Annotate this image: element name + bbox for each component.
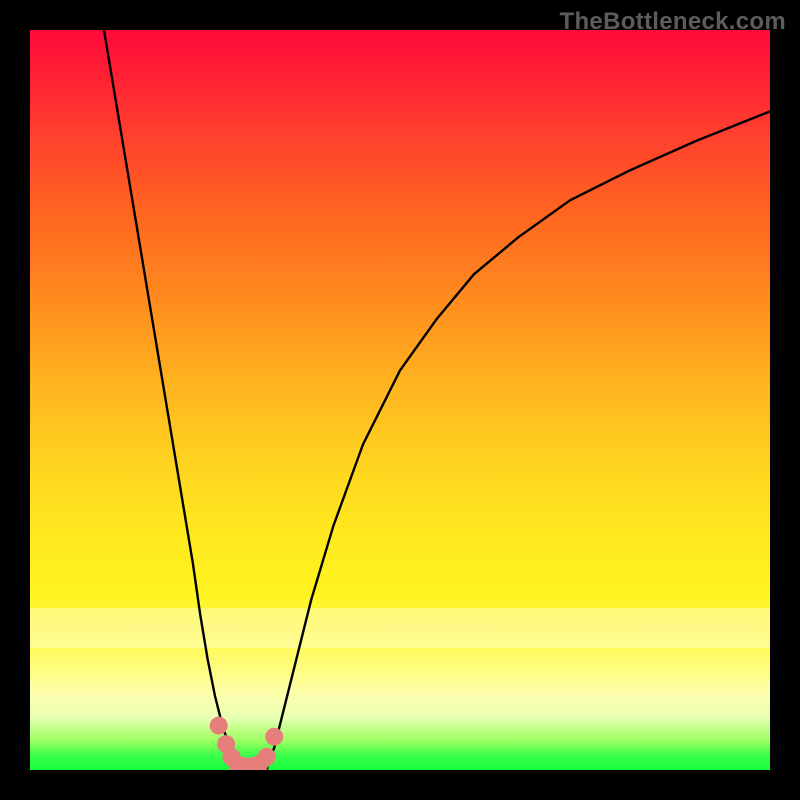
curve-right-branch	[267, 111, 770, 766]
watermark-text: TheBottleneck.com	[560, 8, 786, 36]
chart-frame: TheBottleneck.com	[0, 0, 800, 800]
plot-area	[30, 30, 770, 770]
curve-left-branch	[104, 30, 237, 766]
valley-marker	[210, 717, 228, 735]
valley-marker	[258, 748, 276, 766]
valley-marker	[265, 728, 283, 746]
curve-layer	[30, 30, 770, 770]
